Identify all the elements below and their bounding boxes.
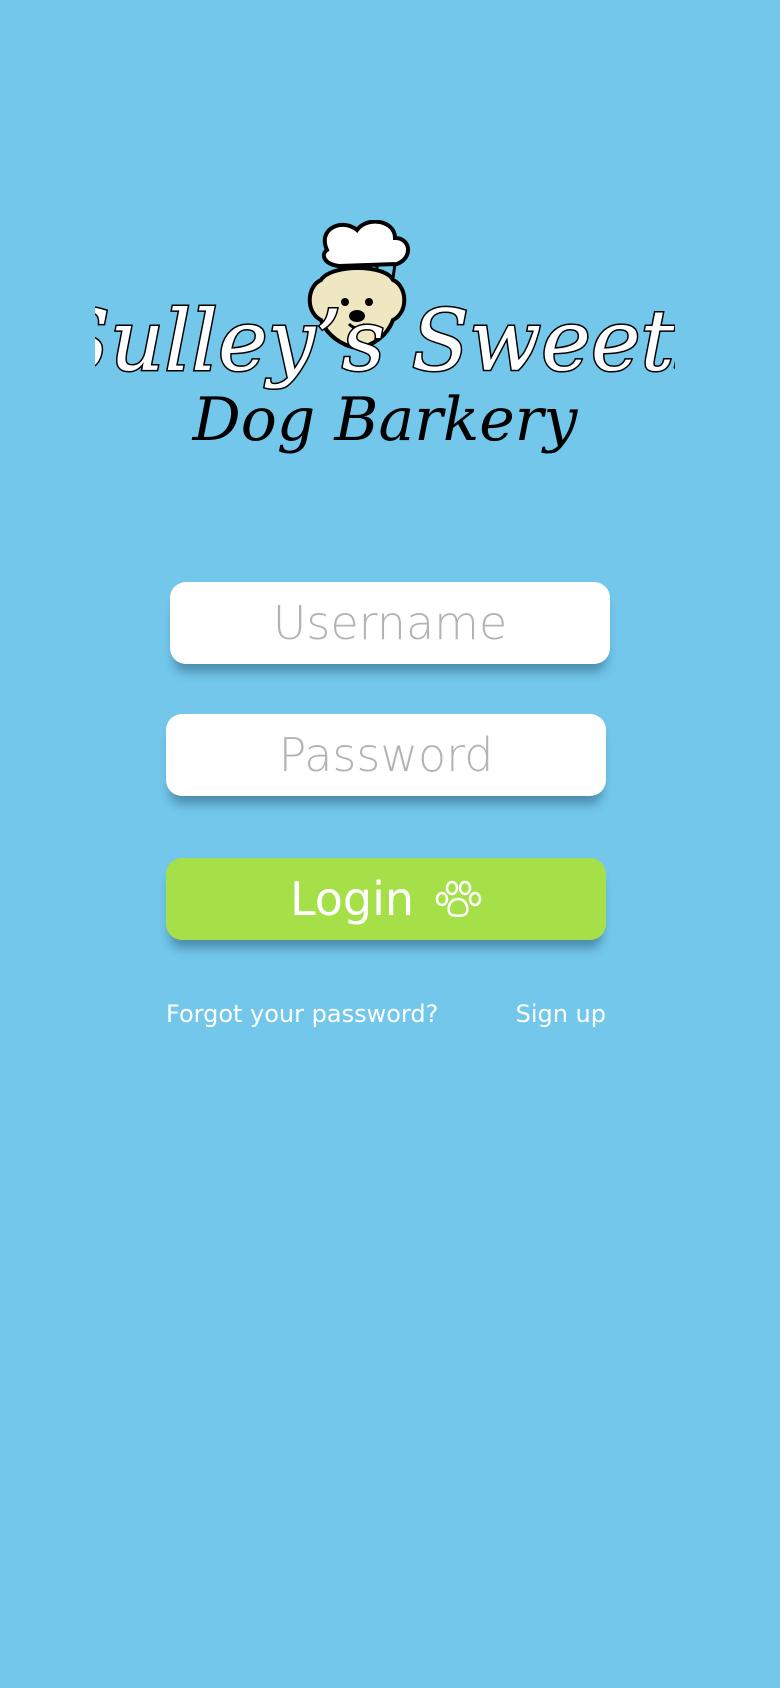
brand-tagline-logo-text: Dog Barkery: [192, 385, 579, 455]
brand-logo: Sulley’s Sweets Dog Barkery: [95, 220, 675, 500]
login-button[interactable]: Login: [166, 858, 606, 940]
paw-icon: [434, 879, 482, 919]
forgot-password-link[interactable]: Forgot your password?: [166, 1000, 438, 1028]
brand-name-logo-text: Sulley’s Sweets: [95, 292, 675, 390]
password-input[interactable]: [166, 714, 606, 796]
auth-links: Forgot your password? Sign up: [166, 1000, 606, 1036]
login-button-label: Login: [289, 872, 415, 926]
sign-up-link[interactable]: Sign up: [516, 1000, 606, 1028]
username-input[interactable]: [170, 582, 610, 664]
login-screen: Sulley’s Sweets Dog Barkery Login Forgot…: [0, 0, 780, 1688]
logo-graphic: Sulley’s Sweets Dog Barkery: [95, 220, 675, 455]
